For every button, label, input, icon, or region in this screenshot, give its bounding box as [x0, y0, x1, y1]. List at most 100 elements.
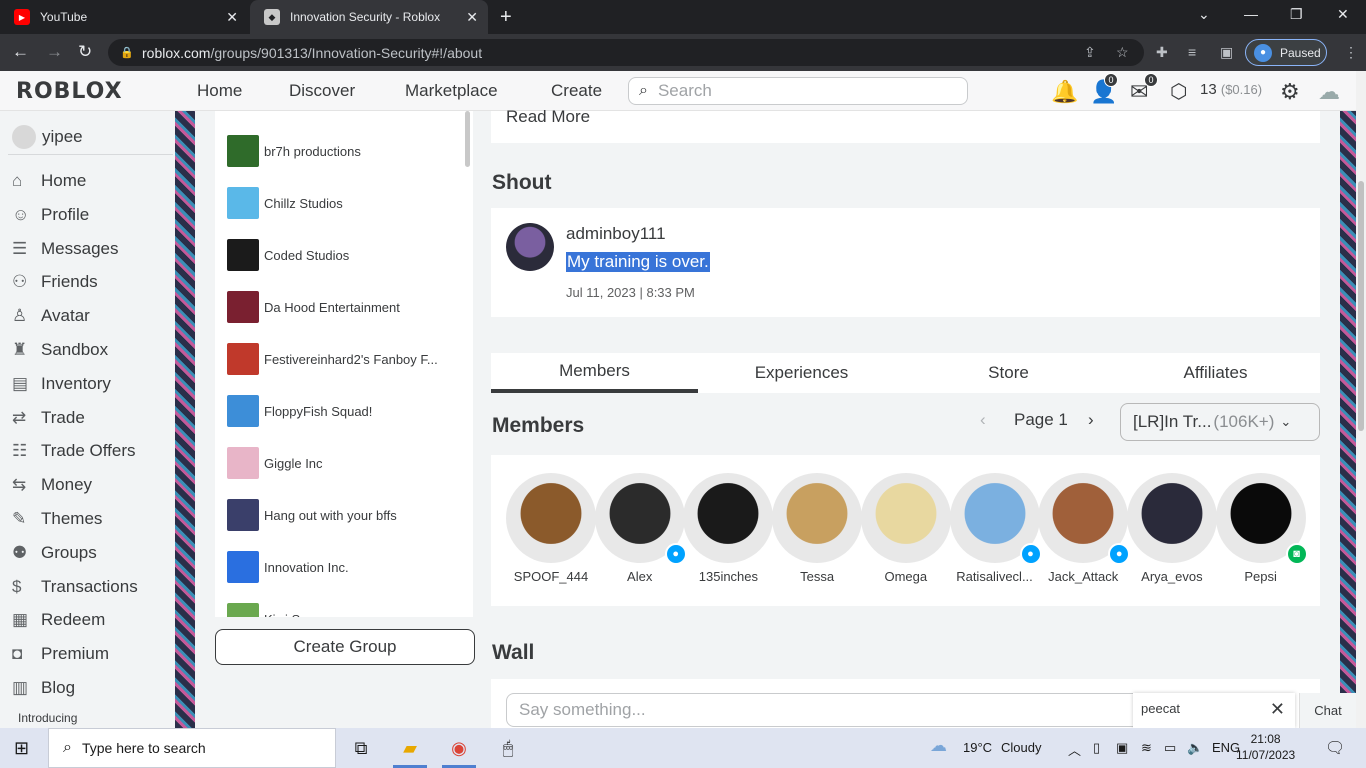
battery-icon[interactable]: ▭	[1164, 740, 1176, 756]
weather-temp[interactable]: 19°C	[963, 740, 992, 755]
sidebar-item-redeem[interactable]: ▦ Redeem	[12, 610, 105, 630]
group-list-item[interactable]: Coded Studios	[227, 239, 349, 271]
minimize-icon[interactable]: —	[1244, 6, 1258, 22]
tab-affiliates[interactable]: Affiliates	[1112, 353, 1319, 393]
battery-saver-icon[interactable]: ▯	[1093, 740, 1100, 756]
create-group-button[interactable]: Create Group	[215, 629, 475, 665]
cloud-extension-icon[interactable]: ☁	[1318, 79, 1340, 105]
reload-icon[interactable]: ↻	[78, 42, 92, 62]
group-list-item[interactable]: Hang out with your bffs	[227, 499, 397, 531]
sidebar-item-themes[interactable]: ✎ Themes	[12, 509, 102, 529]
meet-now-icon[interactable]: ▣	[1116, 740, 1128, 756]
sidebar-item-premium[interactable]: ◘ Premium	[12, 644, 109, 664]
close-tab-icon[interactable]: ✕	[466, 9, 478, 26]
chat-conversation-popup[interactable]: peecat ✕	[1133, 693, 1295, 728]
tab-experiences[interactable]: Experiences	[698, 353, 905, 393]
role-select[interactable]: [LR]In Tr... (106K+) ⌄	[1120, 403, 1320, 441]
extensions-icon[interactable]: ✚	[1156, 44, 1168, 61]
back-icon[interactable]: ←	[12, 42, 29, 62]
member-card[interactable]: Omega	[860, 473, 951, 584]
group-list-scrollbar[interactable]	[465, 111, 470, 167]
sidebar-item-home[interactable]: ⌂ Home	[12, 171, 86, 191]
close-window-icon[interactable]: ✕	[1337, 6, 1349, 23]
sidebar-item-trade[interactable]: ⇄ Trade	[12, 408, 85, 428]
sidebar-item-inventory[interactable]: ▤ Inventory	[12, 374, 111, 394]
group-list-item[interactable]: Kiwi S...	[227, 603, 311, 617]
mouse-app-icon[interactable]: 🖱	[495, 736, 521, 760]
weather-desc[interactable]: Cloudy	[1001, 740, 1041, 755]
address-bar[interactable]: 🔒 roblox.com/groups/901313/Innovation-Se…	[108, 39, 1144, 66]
sidebar-item-trade-offers[interactable]: ☷ Trade Offers	[12, 441, 135, 461]
bookmark-star-icon[interactable]: ☆	[1116, 44, 1129, 61]
sidebar-item-avatar[interactable]: ♙ Avatar	[12, 306, 90, 326]
chat-button[interactable]: Chat	[1299, 693, 1356, 728]
member-card[interactable]: Arya_evos	[1126, 473, 1217, 584]
notifications-bell-icon[interactable]: 🔔	[1051, 79, 1078, 105]
volume-icon[interactable]: 🔈	[1187, 740, 1203, 756]
new-tab-icon[interactable]: +	[500, 6, 512, 29]
roblox-logo[interactable]: ROBLOX	[16, 79, 123, 104]
notification-center-icon[interactable]: 🗨	[1325, 738, 1345, 758]
close-chat-icon[interactable]: ✕	[1270, 699, 1285, 720]
sidebar-item-transactions[interactable]: $ Transactions	[12, 577, 138, 597]
tab-store[interactable]: Store	[905, 353, 1112, 393]
sidebar-user[interactable]: yipee	[12, 125, 83, 149]
robux-icon[interactable]: ⬡	[1170, 79, 1187, 104]
close-tab-icon[interactable]: ✕	[226, 9, 238, 26]
file-explorer-icon[interactable]: ▰	[397, 736, 423, 760]
next-page-icon[interactable]: ›	[1088, 410, 1094, 430]
nav-discover[interactable]: Discover	[289, 81, 355, 101]
sidebar-item-groups[interactable]: ⚉ Groups	[12, 543, 97, 563]
search-input[interactable]: ⌕ Search	[628, 77, 968, 105]
group-list-item[interactable]: Festivereinhard2's Fanboy F...	[227, 343, 438, 375]
taskbar-search-input[interactable]: ⌕ Type here to search	[48, 728, 336, 768]
tab-roblox[interactable]: ◆ Innovation Security - Roblox ✕	[250, 0, 488, 34]
nav-home[interactable]: Home	[197, 81, 242, 101]
member-card[interactable]: ◙ Pepsi	[1215, 473, 1308, 584]
shout-user-avatar[interactable]	[506, 223, 554, 271]
member-card[interactable]: SPOOF_444	[506, 473, 596, 584]
tab-members[interactable]: Members	[491, 353, 698, 393]
scrollbar-thumb[interactable]	[1358, 181, 1364, 431]
chrome-menu-icon[interactable]: ⋮	[1344, 44, 1358, 61]
restore-icon[interactable]: ❐	[1290, 6, 1303, 23]
chrome-icon[interactable]: ◉	[446, 736, 472, 760]
shout-username[interactable]: adminboy111	[566, 224, 666, 244]
member-card[interactable]: Tessa	[772, 473, 863, 584]
side-panel-icon[interactable]: ▣	[1220, 44, 1233, 61]
group-list-item[interactable]: Chillz Studios	[227, 187, 343, 219]
sidebar-item-sandbox[interactable]: ♜ Sandbox	[12, 340, 108, 360]
nav-create[interactable]: Create	[551, 81, 602, 101]
member-card[interactable]: ● Ratisalivecl...	[949, 473, 1042, 584]
show-hidden-icons-icon[interactable]: ︿	[1068, 740, 1081, 759]
group-list-item[interactable]: Giggle Inc	[227, 447, 323, 479]
wifi-icon[interactable]: ≋	[1141, 740, 1152, 756]
sidebar-item-money[interactable]: ⇆ Money	[12, 475, 92, 495]
nav-marketplace[interactable]: Marketplace	[405, 81, 498, 101]
sidebar-item-messages[interactable]: ☰ Messages	[12, 239, 118, 259]
weather-cloud-icon[interactable]: ☁	[930, 736, 947, 756]
share-icon[interactable]: ⇪	[1084, 44, 1096, 61]
sidebar-item-friends[interactable]: ⚇ Friends	[12, 272, 98, 292]
sidebar-item-blog[interactable]: ▥ Blog	[12, 678, 75, 698]
group-list-item[interactable]: br7h productions	[227, 135, 361, 167]
group-list-item[interactable]: FloppyFish Squad!	[227, 395, 372, 427]
tab-youtube[interactable]: ▶ YouTube ✕	[0, 0, 248, 34]
member-card[interactable]: ● Jack_Attack	[1038, 473, 1131, 584]
task-view-icon[interactable]: ⧉	[348, 736, 374, 760]
wall-post-input[interactable]: Say something...	[506, 693, 1146, 727]
group-list-item[interactable]: Innovation Inc.	[227, 551, 349, 583]
tab-search-icon[interactable]: ⌄	[1198, 6, 1210, 23]
member-card[interactable]: 135inches	[683, 473, 774, 584]
media-control-icon[interactable]: ≡	[1188, 44, 1196, 60]
read-more-link[interactable]: Read More	[506, 107, 590, 127]
member-card[interactable]: ● Alex	[594, 473, 687, 584]
group-list-item[interactable]: Da Hood Entertainment	[227, 291, 400, 323]
prev-page-icon[interactable]: ‹	[980, 410, 986, 430]
robux-balance[interactable]: 13 ($0.16)	[1200, 81, 1262, 98]
taskbar-clock[interactable]: 21:08 11/07/2023	[1236, 731, 1295, 763]
sidebar-item-profile[interactable]: ☺ Profile	[12, 205, 89, 225]
windows-start-icon[interactable]: ⊞	[14, 738, 29, 759]
profile-paused-button[interactable]: ● Paused	[1245, 39, 1327, 66]
settings-gear-icon[interactable]: ⚙	[1280, 79, 1300, 105]
